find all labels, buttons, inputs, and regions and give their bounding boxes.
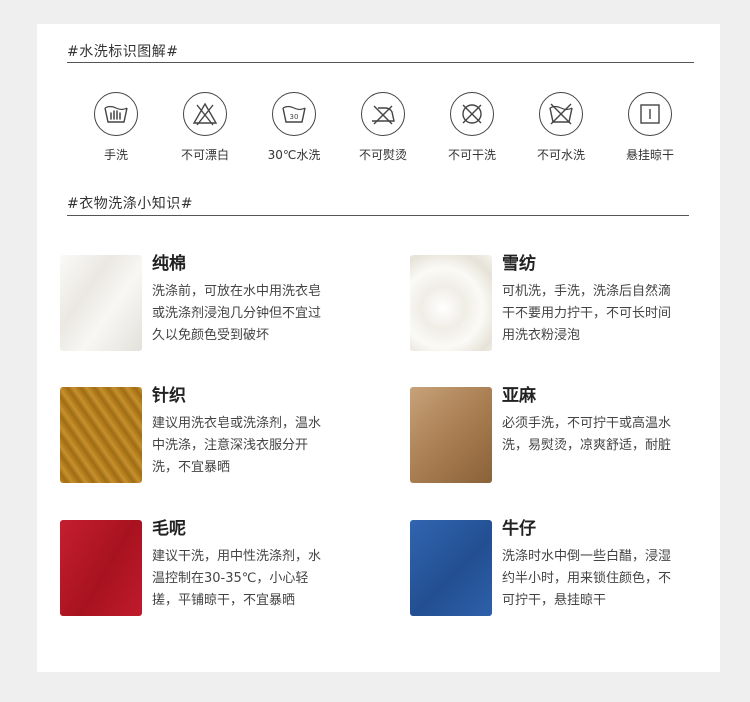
fabric-name: 雪纺 bbox=[502, 254, 536, 274]
fabric-swatch bbox=[60, 520, 142, 616]
wash-symbols-row: 手洗 不可漂白 30 30℃水洗 不可熨烫 不可干洗 不可水洗 悬挂晾干 bbox=[71, 92, 711, 172]
symbol-hand-wash: 手洗 bbox=[71, 92, 161, 163]
symbol-label: 不可熨烫 bbox=[358, 148, 407, 162]
symbol-label: 不可水洗 bbox=[536, 148, 585, 162]
no-dry-clean-icon bbox=[450, 92, 494, 136]
symbol-no-dry-clean: 不可干洗 bbox=[427, 92, 517, 163]
symbol-no-iron: 不可熨烫 bbox=[338, 92, 428, 163]
hand-wash-icon bbox=[94, 92, 138, 136]
no-bleach-icon bbox=[183, 92, 227, 136]
symbol-label: 手洗 bbox=[103, 148, 128, 162]
fabric-tips-heading: #衣物洗涤小知识# bbox=[67, 196, 193, 212]
fabric-swatch bbox=[410, 520, 492, 616]
hang-dry-shade-icon bbox=[628, 92, 672, 136]
symbol-no-wash: 不可水洗 bbox=[516, 92, 606, 163]
fabric-description: 建议用洗衣皂或洗涤剂，温水中洗涤，注意深浅衣服分开洗，不宜暴晒 bbox=[152, 416, 322, 475]
fabric-card-chiffon: 雪纺 可机洗，手洗，洗涤后自然滴干不要用力拧干，不可长时间用洗衣粉浸泡 bbox=[410, 249, 710, 351]
fabric-description: 洗涤前，可放在水中用洗衣皂或洗涤剂浸泡几分钟但不宜过久以免颜色受到破坏 bbox=[152, 284, 322, 343]
fabric-description: 洗涤时水中倒一些白醋，浸湿约半小时，用来锁住颜色，不可拧干，悬挂晾干 bbox=[502, 549, 672, 608]
symbol-label: 不可漂白 bbox=[180, 148, 229, 162]
no-iron-icon bbox=[361, 92, 405, 136]
fabric-name: 亚麻 bbox=[502, 386, 536, 406]
symbol-no-bleach: 不可漂白 bbox=[160, 92, 250, 163]
fabric-card-denim: 牛仔 洗涤时水中倒一些白醋，浸湿约半小时，用来锁住颜色，不可拧干，悬挂晾干 bbox=[410, 514, 710, 616]
fabric-swatch bbox=[60, 255, 142, 351]
fabric-name: 牛仔 bbox=[502, 519, 536, 539]
no-wash-icon bbox=[539, 92, 583, 136]
wash-30-icon: 30 bbox=[272, 92, 316, 136]
fabric-card-knit: 针织 建议用洗衣皂或洗涤剂，温水中洗涤，注意深浅衣服分开洗，不宜暴晒 bbox=[60, 381, 360, 483]
divider bbox=[67, 215, 689, 216]
fabric-name: 针织 bbox=[152, 386, 186, 406]
fabric-description: 可机洗，手洗，洗涤后自然滴干不要用力拧干，不可长时间用洗衣粉浸泡 bbox=[502, 284, 672, 343]
symbol-wash-30: 30 30℃水洗 bbox=[249, 92, 339, 163]
fabric-name: 毛呢 bbox=[152, 519, 186, 539]
symbol-label: 不可干洗 bbox=[447, 148, 496, 162]
fabric-swatch bbox=[60, 387, 142, 483]
symbol-hang-dry: 悬挂晾干 bbox=[605, 92, 695, 163]
fabric-swatch bbox=[410, 387, 492, 483]
symbol-label: 悬挂晾干 bbox=[625, 148, 674, 162]
fabric-card-wool: 毛呢 建议干洗，用中性洗涤剂，水温控制在30-35℃，小心轻搓，平铺晾干，不宜暴… bbox=[60, 514, 360, 616]
wash-symbols-heading: #水洗标识图解# bbox=[67, 44, 179, 60]
fabric-name: 纯棉 bbox=[152, 254, 186, 274]
care-guide-card: #水洗标识图解# 手洗 不可漂白 30 30℃水洗 不可熨烫 不可干洗 不可水洗… bbox=[37, 24, 720, 672]
fabric-description: 建议干洗，用中性洗涤剂，水温控制在30-35℃，小心轻搓，平铺晾干，不宜暴晒 bbox=[152, 549, 322, 608]
divider bbox=[67, 62, 694, 63]
fabric-description: 必须手洗，不可拧干或高温水洗，易熨烫，凉爽舒适，耐脏 bbox=[502, 416, 672, 453]
fabric-card-linen: 亚麻 必须手洗，不可拧干或高温水洗，易熨烫，凉爽舒适，耐脏 bbox=[410, 381, 710, 483]
fabric-card-cotton: 纯棉 洗涤前，可放在水中用洗衣皂或洗涤剂浸泡几分钟但不宜过久以免颜色受到破坏 bbox=[60, 249, 360, 351]
fabric-swatch bbox=[410, 255, 492, 351]
symbol-label: 30℃水洗 bbox=[267, 148, 321, 162]
wash-temp-text: 30 bbox=[290, 113, 299, 121]
